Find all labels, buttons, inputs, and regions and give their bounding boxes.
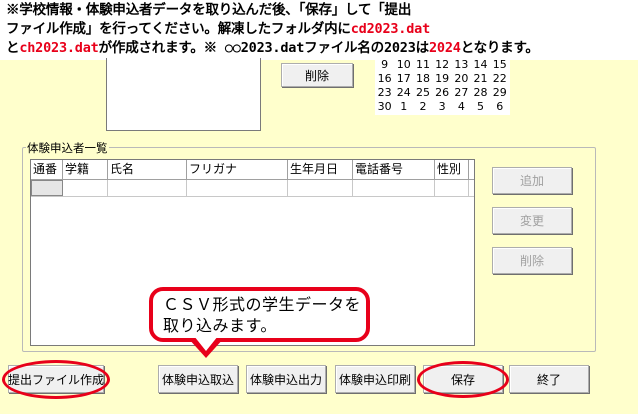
calendar[interactable]: 9 10 11 12 13 14 15 16 17 18 19 20 21 22… — [375, 58, 510, 115]
calendar-day[interactable]: 29 — [490, 86, 509, 100]
column-header-birthdate[interactable]: 生年月日 — [288, 160, 353, 179]
close-button[interactable]: 終了 — [509, 365, 589, 393]
instruction-text: ファイル作成」を行ってください。解凍したフォルダ内に — [6, 21, 351, 37]
create-submission-file-button[interactable]: 提出ファイル作成 — [8, 365, 104, 393]
calendar-day[interactable]: 12 — [433, 58, 452, 72]
print-applicants-button[interactable]: 体験申込印刷 — [335, 365, 415, 393]
calendar-week: 9 10 11 12 13 14 15 — [375, 58, 510, 72]
calendar-day[interactable]: 24 — [394, 86, 413, 100]
column-header-student-id[interactable]: 学籍 — [63, 160, 108, 179]
calendar-week: 16 17 18 19 20 21 22 — [375, 72, 510, 86]
export-applicants-button[interactable]: 体験申込出力 — [246, 365, 326, 393]
calendar-day[interactable]: 2 — [413, 100, 432, 114]
save-button[interactable]: 保存 — [423, 365, 503, 393]
instruction-line-3: とch2023.datが作成されます。※ ○○2023.datファイル名の202… — [6, 39, 638, 58]
import-applicants-button[interactable]: 体験申込取込 — [158, 365, 238, 393]
edit-button[interactable]: 変更 — [492, 207, 572, 234]
instruction-banner: ※学校情報・体験申込者データを取り込んだ後、「保存」して「提出 ファイル作成」を… — [0, 0, 638, 60]
table-cell[interactable] — [288, 180, 353, 196]
grid-header: 通番 学籍 氏名 フリガナ 生年月日 電話番号 性別 — [31, 160, 474, 180]
column-header-furigana[interactable]: フリガナ — [187, 160, 288, 179]
calendar-day[interactable]: 22 — [490, 72, 509, 86]
calendar-day[interactable]: 9 — [375, 58, 394, 72]
calendar-day[interactable]: 3 — [433, 100, 452, 114]
calendar-day[interactable]: 23 — [375, 86, 394, 100]
calendar-day[interactable]: 14 — [471, 58, 490, 72]
filename-ch: ch2023.dat — [19, 40, 99, 56]
calendar-day[interactable]: 18 — [413, 72, 432, 86]
table-cell[interactable] — [435, 180, 469, 196]
calendar-day[interactable]: 21 — [471, 72, 490, 86]
side-delete-button[interactable]: 削除 — [492, 247, 572, 274]
column-header-gender[interactable]: 性別 — [435, 160, 469, 179]
table-cell[interactable] — [187, 180, 288, 196]
instruction-text: と — [6, 40, 20, 56]
calendar-day[interactable]: 30 — [375, 100, 394, 114]
table-cell[interactable] — [63, 180, 108, 196]
calendar-day[interactable]: 13 — [452, 58, 471, 72]
table-cell[interactable] — [108, 180, 187, 196]
calendar-day[interactable]: 17 — [394, 72, 413, 86]
table-row[interactable] — [31, 180, 474, 197]
calendar-day[interactable]: 26 — [433, 86, 452, 100]
calendar-day[interactable]: 4 — [452, 100, 471, 114]
calendar-day[interactable]: 27 — [452, 86, 471, 100]
column-header-name[interactable]: 氏名 — [108, 160, 187, 179]
calendar-day[interactable]: 15 — [490, 58, 509, 72]
calendar-day[interactable]: 20 — [452, 72, 471, 86]
row-selector[interactable] — [31, 180, 63, 196]
filename-cd: cd2023.dat — [350, 21, 431, 37]
instruction-line-2: ファイル作成」を行ってください。解凍したフォルダ内にcd2023.dat — [6, 20, 638, 39]
top-delete-button[interactable]: 削除 — [281, 63, 353, 87]
callout-bubble: ＣＳＶ形式の学生データを 取り込みます。 — [149, 287, 370, 342]
year-2024: 2024 — [428, 40, 461, 56]
calendar-week: 23 24 25 26 27 28 29 — [375, 86, 510, 100]
callout-line-2: 取り込みます。 — [163, 316, 277, 335]
calendar-day[interactable]: 5 — [471, 100, 490, 114]
instruction-line-1: ※学校情報・体験申込者データを取り込んだ後、「保存」して「提出 — [6, 2, 412, 18]
add-button[interactable]: 追加 — [492, 167, 572, 194]
column-header-phone[interactable]: 電話番号 — [353, 160, 435, 179]
instruction-text: が作成されます。※ ○○2023.datファイル名の2023は — [98, 40, 430, 56]
callout-line-1: ＣＳＶ形式の学生データを — [163, 295, 362, 314]
calendar-day[interactable]: 16 — [375, 72, 394, 86]
calendar-day[interactable]: 11 — [413, 58, 432, 72]
groupbox-title: 体験申込者一覧 — [26, 140, 109, 156]
callout-tail-fill — [194, 336, 218, 351]
calendar-day[interactable]: 10 — [394, 58, 413, 72]
column-header-serial[interactable]: 通番 — [31, 160, 63, 179]
table-cell[interactable] — [353, 180, 435, 196]
calendar-day[interactable]: 1 — [394, 100, 413, 114]
instruction-text: となります。 — [460, 40, 539, 56]
calendar-day[interactable]: 19 — [433, 72, 452, 86]
calendar-day[interactable]: 25 — [413, 86, 432, 100]
school-listbox[interactable] — [106, 58, 261, 131]
calendar-week: 30 1 2 3 4 5 6 — [375, 100, 510, 114]
calendar-day[interactable]: 28 — [471, 86, 490, 100]
calendar-day[interactable]: 6 — [490, 100, 509, 114]
